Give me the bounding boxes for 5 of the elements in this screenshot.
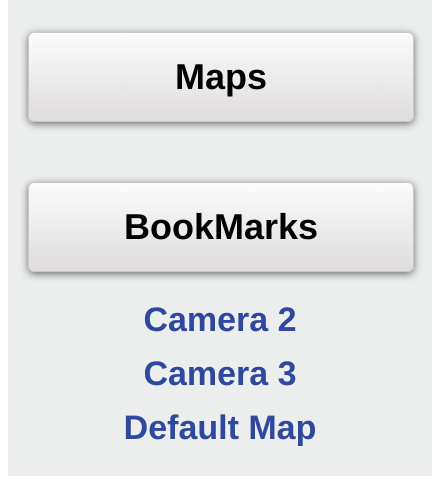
map-link[interactable]: Camera 3 [143, 348, 297, 400]
map-link[interactable]: Camera 2 [143, 294, 297, 346]
nav-button[interactable]: Maps [28, 32, 414, 122]
map-link[interactable]: Default Map [124, 402, 316, 454]
nav-button[interactable]: BookMarks [28, 182, 414, 272]
